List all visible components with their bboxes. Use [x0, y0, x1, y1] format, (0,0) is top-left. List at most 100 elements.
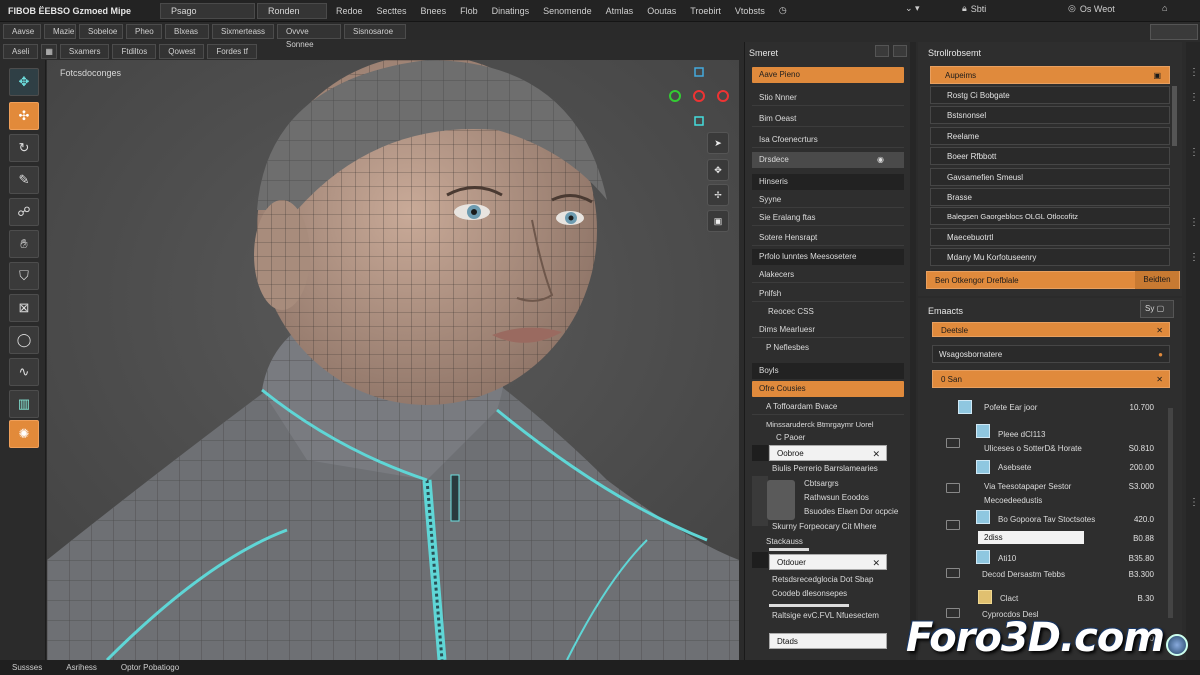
brush-tool-icon[interactable]: ✎ — [9, 166, 39, 194]
asset-name[interactable]: Pleee dCl113 — [998, 430, 1045, 439]
prop-row[interactable]: Drsdece ◉ — [752, 152, 904, 168]
pointer-icon[interactable]: ➤ — [707, 132, 729, 154]
prop-row-selected[interactable]: Ofre Cousies — [752, 381, 904, 397]
subtool-button[interactable]: Aseli — [3, 43, 39, 59]
toolbar-button[interactable]: Sobeloe — [79, 23, 123, 39]
expand-icon[interactable]: ⋮ — [1189, 92, 1199, 103]
outliner-row[interactable]: Mdany Mu Korfotuseenry — [930, 248, 1170, 266]
scrollbar[interactable] — [1168, 408, 1173, 618]
menu-item[interactable]: Vtobsts — [728, 6, 772, 16]
outliner-row[interactable]: Balegsen Gaorgeblocs OLGL Otlocofitz — [930, 207, 1170, 225]
status-item[interactable]: Optor Pobatiogo — [109, 663, 191, 672]
panel-menu-icon[interactable] — [875, 45, 889, 57]
prop-row[interactable]: Bsuodes Elaen Dor ocpcie — [797, 504, 905, 520]
prop-row[interactable]: Sie Eralang ftas — [752, 210, 904, 226]
prop-row[interactable]: Bim Oeast — [752, 111, 904, 127]
status-item[interactable]: Sussses — [0, 663, 54, 672]
prop-row[interactable]: Hinseris — [752, 174, 904, 190]
orbit-icon[interactable]: ✢ — [707, 184, 729, 206]
outliner-row[interactable]: Brasse — [930, 188, 1170, 206]
text-field[interactable]: Dtads — [769, 633, 887, 649]
outliner-row[interactable]: Rostg Ci Bobgate — [930, 86, 1170, 104]
toolbar-button[interactable]: Blxeas — [165, 23, 209, 39]
asset-name[interactable]: Uliceses o SotterD& Horate — [984, 444, 1082, 453]
toolbar-button[interactable]: Mazie — [44, 23, 76, 39]
menu-item[interactable]: Redoe — [329, 6, 370, 16]
select-tool-icon[interactable]: ⊠ — [9, 294, 39, 322]
subtool-button[interactable]: Fordes tf — [207, 43, 257, 59]
options-icon[interactable]: ⋮ — [1189, 252, 1199, 263]
scrollbar-thumb[interactable] — [1172, 86, 1177, 146]
asset-name[interactable]: Mecoedeedustis — [984, 496, 1042, 505]
prop-row[interactable]: Pnlfsh — [752, 286, 904, 302]
outliner-footer[interactable]: Ben Otkengor Drefblale Beidten — [926, 271, 1180, 289]
asset-name[interactable]: Via Teesotapaper Sestor — [984, 482, 1071, 491]
search-box[interactable]: Sy ▢ — [1140, 300, 1174, 318]
status-item[interactable]: Asrihess — [54, 663, 109, 672]
home-icon[interactable]: ⌂ — [1162, 3, 1167, 13]
prop-row[interactable]: C Paoer — [752, 430, 904, 446]
toolbar-button[interactable]: Pheo — [126, 23, 162, 39]
toolbar-button[interactable]: Ovvve Sonnee — [277, 23, 341, 49]
layers-tool-icon[interactable]: ▥ — [9, 390, 39, 418]
rename-field[interactable]: 2diss — [978, 531, 1084, 544]
menu-item[interactable]: Senomende — [536, 6, 599, 16]
menu-item[interactable]: Troebirt — [683, 6, 728, 16]
transform-tool-icon[interactable]: ✣ — [9, 102, 39, 130]
prop-row[interactable]: Sotere Hensrapt — [752, 230, 904, 246]
sculpt-tool-icon[interactable]: ☍ — [9, 198, 39, 226]
window-controls[interactable] — [1150, 24, 1198, 40]
menu-item[interactable]: Ooutas — [640, 6, 683, 16]
toolbar-button[interactable]: Aavse — [3, 23, 41, 39]
asset-filter[interactable]: Wsagosbornatere ● — [932, 345, 1170, 363]
prop-row[interactable]: Stio Nnner — [752, 90, 904, 106]
outliner-row[interactable]: Gavsamefien Smeusl — [930, 168, 1170, 186]
swatch[interactable] — [752, 445, 768, 461]
clock-icon[interactable]: ◷ — [772, 5, 794, 16]
menu-item[interactable]: Bnees — [414, 6, 454, 16]
prop-row[interactable]: Biulis Perrerio Barrslamearies — [752, 461, 904, 477]
pinch-tool-icon[interactable]: ✋︎ — [9, 230, 39, 258]
prop-row[interactable]: P Neflesbes — [752, 340, 904, 356]
outliner-row[interactable]: Reelame — [930, 127, 1170, 145]
menu-item[interactable]: Flob — [453, 6, 485, 16]
menu-item[interactable]: Secttes — [370, 6, 414, 16]
smooth-tool-icon[interactable]: ∿ — [9, 358, 39, 386]
menu-item[interactable]: Dinatings — [485, 6, 537, 16]
rotate-tool-icon[interactable]: ↻ — [9, 134, 39, 162]
text-field[interactable]: Otdouer ✕ — [769, 554, 887, 570]
asset-name[interactable]: Ati10 — [998, 554, 1016, 563]
swatch[interactable] — [752, 552, 768, 568]
asset-name[interactable]: Asebsete — [998, 463, 1031, 472]
lasso-tool-icon[interactable]: ◯ — [9, 326, 39, 354]
pan-icon[interactable]: ✥ — [707, 159, 729, 181]
asset-name[interactable]: Bo Gopoora Tav Stoctsotes — [998, 515, 1095, 524]
menu-box-2[interactable]: Ronden — [257, 2, 327, 19]
prop-row[interactable]: Alakecers — [752, 267, 904, 283]
prop-row[interactable]: Coodeb dlesonsepes — [752, 586, 904, 602]
scrollbar[interactable] — [910, 42, 916, 660]
prop-row[interactable]: Reocec CSS — [752, 304, 904, 320]
asset-name[interactable]: Clact — [1000, 594, 1018, 603]
mask-tool-icon[interactable]: ⛉ — [9, 262, 39, 290]
grid-icon[interactable]: ▦ — [41, 43, 57, 59]
subtool-button[interactable]: Qowest — [159, 43, 205, 59]
outliner-row-selected[interactable]: Aupeims ▣ — [930, 66, 1170, 84]
text-field[interactable]: Oobroe ✕ — [769, 445, 887, 461]
user-menu[interactable]: 🔒︎ Sbti — [962, 3, 986, 14]
asset-filter[interactable]: Deetsle ✕ — [932, 322, 1170, 337]
options-icon[interactable]: ⋮ — [1189, 147, 1199, 158]
prop-row[interactable]: Isa Cfoenecrturs — [752, 132, 904, 148]
prop-row[interactable]: A Toffoardam Bvace — [752, 399, 904, 415]
prop-row[interactable]: Syyne — [752, 192, 904, 208]
toolbar-button[interactable]: Sixmerteass — [212, 23, 274, 39]
camera-icon[interactable]: ▣ — [707, 210, 729, 232]
asset-name[interactable]: Decod Dersastm Tebbs — [982, 570, 1065, 579]
asset-name[interactable]: Pofete Ear joor — [984, 403, 1037, 412]
prop-row[interactable]: Aave Pieno — [752, 67, 904, 83]
account-menu[interactable]: ◎ Os Weot — [1068, 3, 1115, 14]
options-icon[interactable]: ⋮ — [1189, 497, 1199, 508]
menu-box-1[interactable]: Psago — [160, 2, 255, 19]
dropdown-icon[interactable]: ⌄ ▾ — [905, 3, 920, 14]
3d-viewport[interactable] — [47, 60, 739, 660]
